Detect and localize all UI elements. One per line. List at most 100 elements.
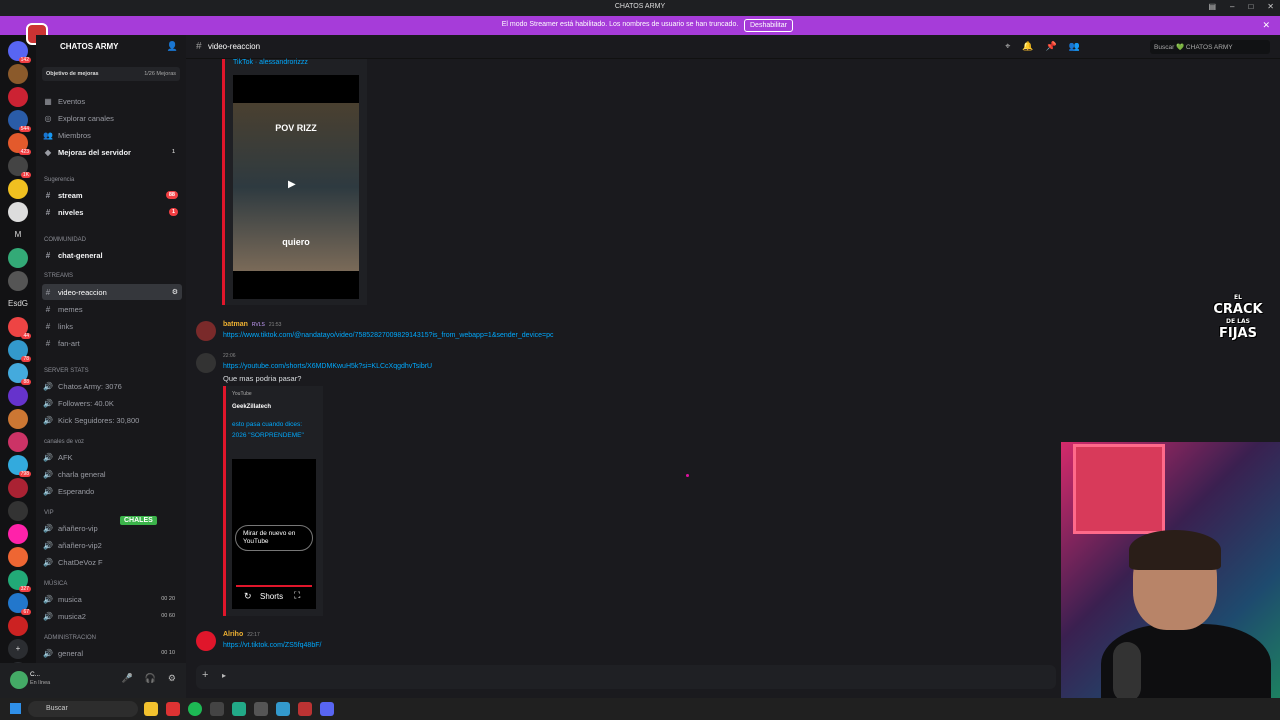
stat-members[interactable]: 🔊 Chatos Army: 3076	[42, 378, 182, 394]
message-author[interactable]: Alriho 22:17	[223, 631, 260, 638]
banner-close-icon[interactable]: ✕	[1262, 20, 1270, 31]
avatar[interactable]	[10, 671, 28, 689]
maximize-button[interactable]: □	[1248, 2, 1253, 11]
server-icon[interactable]: EsdG	[8, 294, 28, 314]
threads-icon[interactable]: ⌖	[1005, 41, 1010, 52]
settings-gear-icon[interactable]: ⚙	[172, 288, 178, 296]
server-icon[interactable]: 67	[8, 593, 31, 615]
stat-kick[interactable]: 🔊 Kick Seguidores: 30,800	[42, 412, 182, 428]
voice-general[interactable]: 🔊 general 00 10	[42, 645, 182, 661]
channel-stream[interactable]: # stream 88	[42, 187, 182, 203]
server-icon[interactable]	[8, 248, 28, 268]
inbox-icon[interactable]: ▤	[1208, 2, 1216, 11]
server-icon[interactable]	[8, 271, 28, 291]
spotify-icon[interactable]	[188, 702, 202, 716]
voice-musica[interactable]: 🔊 musica 00 20	[42, 591, 182, 607]
play-icon[interactable]: ▶	[288, 179, 296, 190]
channel-chat-general[interactable]: # chat-general	[42, 247, 182, 263]
category-musica[interactable]: MÚSICA	[44, 581, 67, 587]
browser-icon[interactable]	[166, 702, 180, 716]
nav-events[interactable]: ▦ Eventos	[42, 93, 182, 109]
channel-memes[interactable]: # memes	[42, 301, 182, 317]
embed-author[interactable]: GeekZillatech	[232, 404, 271, 410]
voice-vip2[interactable]: 🔊 añañero-vip2	[42, 537, 182, 553]
category-streams[interactable]: STREAMS	[44, 273, 73, 279]
file-explorer-icon[interactable]	[144, 702, 158, 716]
message-composer[interactable]: + ▸	[196, 665, 1056, 689]
replay-button[interactable]: Mirar de nuevo en YouTube	[235, 525, 313, 551]
voice-afk[interactable]: 🔊 AFK	[42, 449, 182, 465]
server-icon[interactable]	[8, 524, 28, 544]
channel-links[interactable]: # links	[42, 318, 182, 334]
invite-icon[interactable]: 👤	[167, 41, 178, 52]
message-author[interactable]: batman RVLS 21:53	[223, 321, 281, 328]
voice-chatdevoz[interactable]: 🔊 ChatDeVoz F	[42, 554, 182, 570]
app-icon[interactable]	[210, 702, 224, 716]
server-icon[interactable]: 142	[8, 41, 31, 63]
avatar[interactable]	[196, 321, 216, 341]
server-icon[interactable]: 44	[8, 317, 31, 339]
category-vip[interactable]: VIP	[44, 510, 54, 516]
server-icon[interactable]	[8, 432, 28, 452]
avatar[interactable]	[196, 353, 216, 373]
server-icon[interactable]: 88	[8, 363, 31, 385]
server-icon[interactable]	[8, 179, 28, 199]
channel-fan-art[interactable]: # fan-art	[42, 335, 182, 351]
members-icon[interactable]: 👥	[1069, 41, 1080, 52]
server-icon[interactable]: 798	[8, 455, 31, 477]
server-icon[interactable]	[8, 616, 28, 636]
app-launcher-icon[interactable]: ▸	[222, 671, 226, 680]
nav-server-boosts[interactable]: ◆ Mejoras del servidor 1	[42, 144, 182, 160]
app-icon[interactable]	[276, 702, 290, 716]
server-header[interactable]: CHATOS ARMY 👤	[36, 35, 186, 61]
pin-icon[interactable]: 📌	[1046, 41, 1057, 52]
category-server-stats[interactable]: SERVER STATS	[44, 368, 89, 374]
nav-members[interactable]: 👥 Miembros	[42, 127, 182, 143]
video-player[interactable]: POV RIZZ ▶ quiero	[233, 75, 359, 299]
settings-gear-icon[interactable]: ⚙	[168, 673, 176, 684]
channel-niveles[interactable]: # niveles 1	[42, 204, 182, 220]
headphones-icon[interactable]: 🎧	[145, 673, 156, 684]
server-icon[interactable]	[8, 478, 28, 498]
server-icon[interactable]: M	[8, 225, 28, 245]
server-icon[interactable]	[8, 501, 28, 521]
boost-goal[interactable]: Objetivo de mejoras 1/26 Mejoras	[42, 67, 180, 81]
category-voz[interactable]: canales de voz	[44, 439, 84, 445]
disable-streamer-button[interactable]: Deshabilitar	[744, 19, 793, 32]
close-button[interactable]: ✕	[1267, 2, 1274, 11]
voice-charla[interactable]: 🔊 charla general	[42, 466, 182, 482]
add-server-icon[interactable]: +	[8, 639, 28, 659]
windows-start-icon[interactable]	[10, 703, 21, 714]
channel-video-reaccion[interactable]: # video-reaccion ⚙	[42, 284, 182, 300]
server-icon[interactable]: 1K	[8, 156, 31, 178]
minimize-button[interactable]: –	[1230, 2, 1234, 11]
embed-author[interactable]: TikTok · alessandrorizzz	[233, 59, 308, 66]
category-admin[interactable]: ADMINISTRACION	[44, 635, 96, 641]
server-icon[interactable]: 78	[8, 340, 31, 362]
app-icon[interactable]	[298, 702, 312, 716]
server-icon[interactable]	[8, 547, 28, 567]
replay-icon[interactable]: ↻	[244, 591, 252, 602]
nav-browse-channels[interactable]: ◎ Explorar canales	[42, 110, 182, 126]
taskbar-search[interactable]: Buscar	[28, 701, 138, 717]
category-comunidad[interactable]: COMMUNIDAD	[44, 237, 86, 243]
message-link[interactable]: https://vt.tiktok.com/ZS5fq48bF/	[223, 642, 321, 649]
server-icon[interactable]	[8, 64, 28, 84]
discord-icon[interactable]	[320, 702, 334, 716]
server-icon[interactable]	[8, 386, 28, 406]
voice-musica2[interactable]: 🔊 musica2 00 60	[42, 608, 182, 624]
server-icon[interactable]	[8, 409, 28, 429]
microphone-icon[interactable]: 🎤	[121, 673, 132, 684]
voice-vip[interactable]: 🔊 añañero-vip	[42, 520, 182, 536]
embed-title[interactable]: esto pasa cuando dices: 2026 "SORPRENDEM…	[232, 419, 304, 441]
video-player[interactable]: Mirar de nuevo en YouTube ↻ Shorts ⛶	[232, 459, 316, 609]
server-icon[interactable]: 327	[8, 570, 31, 592]
settings-icon[interactable]	[254, 702, 268, 716]
fullscreen-icon[interactable]: ⛶	[294, 590, 300, 601]
server-icon[interactable]	[8, 202, 28, 222]
message-link[interactable]: https://youtube.com/shorts/X6MDMKwuH5k?s…	[223, 363, 432, 370]
server-icon[interactable]: 423	[8, 133, 31, 155]
message-link[interactable]: https://www.tiktok.com/@nandatayo/video/…	[223, 332, 554, 339]
stat-followers[interactable]: 🔊 Followers: 40.0K	[42, 395, 182, 411]
add-attachment-icon[interactable]: +	[202, 669, 208, 681]
